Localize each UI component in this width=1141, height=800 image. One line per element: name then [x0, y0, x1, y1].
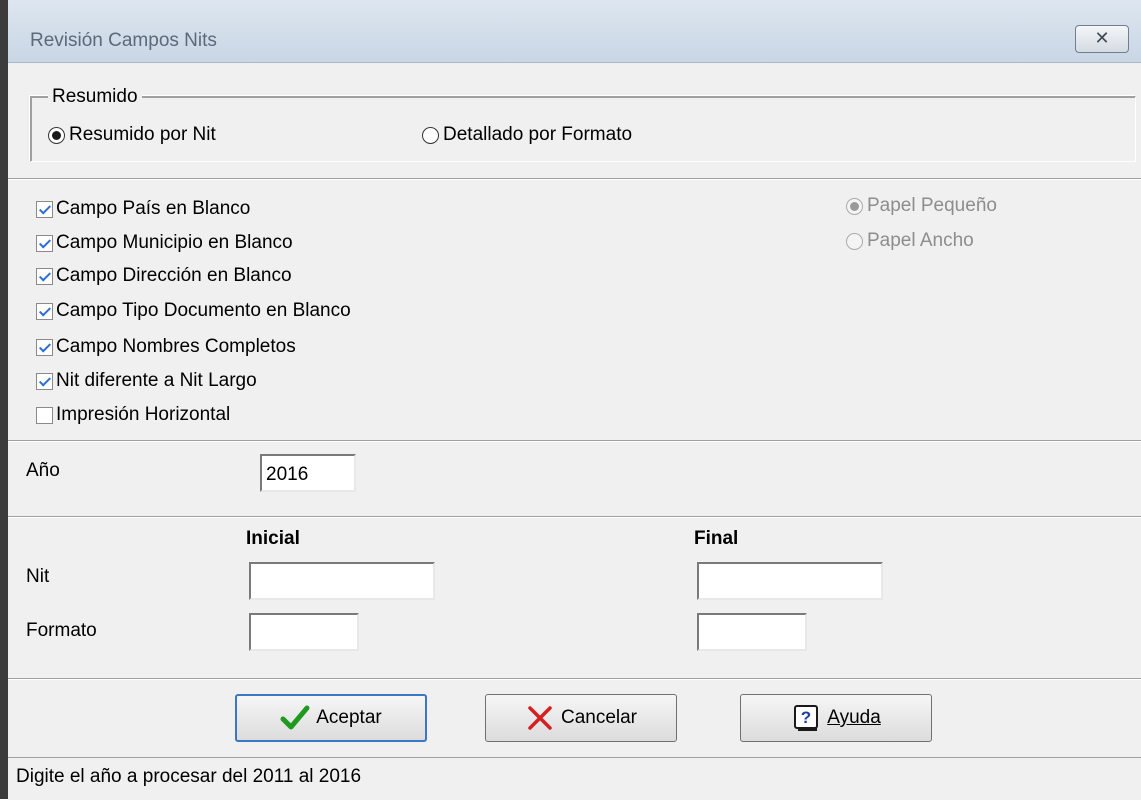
divider: [8, 516, 1141, 518]
nit-label: Nit: [26, 566, 50, 587]
title-bar: Revisión Campos Nits ✕: [8, 0, 1141, 63]
radio-label: Resumido por Nit: [69, 124, 216, 145]
checkbox-indicator: [36, 234, 53, 252]
check-label: Campo Tipo Documento en Blanco: [56, 300, 351, 321]
x-icon: [528, 706, 552, 730]
radio-label: Detallado por Formato: [443, 124, 633, 145]
radio-indicator: [48, 126, 65, 144]
check-campo-nombres-completos[interactable]: Campo Nombres Completos: [36, 336, 296, 358]
radio-papel-ancho[interactable]: Papel Ancho: [846, 230, 974, 252]
cancel-label: Cancelar: [560, 707, 638, 728]
divider: [8, 178, 1141, 180]
formato-final-input[interactable]: [697, 613, 807, 651]
checkmark-icon: [280, 705, 310, 730]
check-campo-tipo-documento[interactable]: Campo Tipo Documento en Blanco: [36, 300, 351, 322]
checkbox-indicator: [36, 302, 53, 320]
status-text: Digite el año a procesar del 2011 al 201…: [16, 766, 362, 787]
close-icon: ✕: [1094, 28, 1110, 48]
checkbox-indicator: [36, 406, 53, 424]
nit-final-input[interactable]: [697, 562, 883, 600]
check-campo-municipio[interactable]: Campo Municipio en Blanco: [36, 232, 293, 254]
window-title: Revisión Campos Nits: [30, 30, 217, 51]
final-header: Final: [694, 528, 739, 549]
check-impresion-horizontal[interactable]: Impresión Horizontal: [36, 404, 230, 426]
dialog-window: Revisión Campos Nits ✕ Resumido Resumido…: [0, 0, 1141, 800]
check-label: Impresión Horizontal: [56, 404, 231, 425]
radio-label: Papel Ancho: [867, 230, 974, 251]
radio-papel-pequeno[interactable]: Papel Pequeño: [846, 195, 997, 217]
check-label: Campo Dirección en Blanco: [56, 265, 292, 286]
check-campo-direccion[interactable]: Campo Dirección en Blanco: [36, 265, 292, 287]
radio-label: Papel Pequeño: [867, 195, 997, 216]
svg-text:?: ?: [801, 708, 811, 727]
divider: [8, 678, 1141, 680]
help-button[interactable]: ? Ayuda: [740, 694, 932, 742]
checkbox-indicator: [36, 200, 53, 218]
divider: [8, 440, 1141, 442]
check-label: Campo Nombres Completos: [56, 336, 296, 357]
check-label: Campo País en Blanco: [56, 198, 251, 219]
accept-button[interactable]: Aceptar: [235, 694, 427, 742]
status-bar: Digite el año a procesar del 2011 al 201…: [8, 757, 1141, 800]
year-input[interactable]: 2016: [260, 454, 356, 492]
radio-detallado-por-formato[interactable]: Detallado por Formato: [422, 124, 632, 146]
resumido-group-title: Resumido: [48, 86, 142, 108]
check-nit-diferente[interactable]: Nit diferente a Nit Largo: [36, 370, 257, 392]
nit-initial-input[interactable]: [249, 562, 435, 600]
help-icon: ?: [794, 705, 819, 731]
cancel-button[interactable]: Cancelar: [485, 694, 677, 742]
check-label: Campo Municipio en Blanco: [56, 232, 293, 253]
accept-label: Aceptar: [316, 707, 382, 728]
checkbox-indicator: [36, 338, 53, 356]
checkbox-indicator: [36, 372, 53, 390]
formato-initial-input[interactable]: [249, 613, 359, 651]
help-label: Ayuda: [827, 707, 881, 728]
radio-resumido-por-nit[interactable]: Resumido por Nit: [48, 124, 216, 146]
checkbox-indicator: [36, 267, 53, 285]
close-button[interactable]: ✕: [1075, 25, 1129, 53]
radio-indicator: [422, 126, 439, 144]
year-label: Año: [26, 460, 60, 481]
check-label: Nit diferente a Nit Largo: [56, 370, 257, 391]
check-campo-pais[interactable]: Campo País en Blanco: [36, 198, 250, 220]
initial-header: Inicial: [246, 528, 300, 549]
radio-indicator: [846, 232, 863, 250]
radio-indicator: [846, 197, 863, 215]
year-value: 2016: [266, 464, 309, 485]
formato-label: Formato: [26, 620, 97, 641]
